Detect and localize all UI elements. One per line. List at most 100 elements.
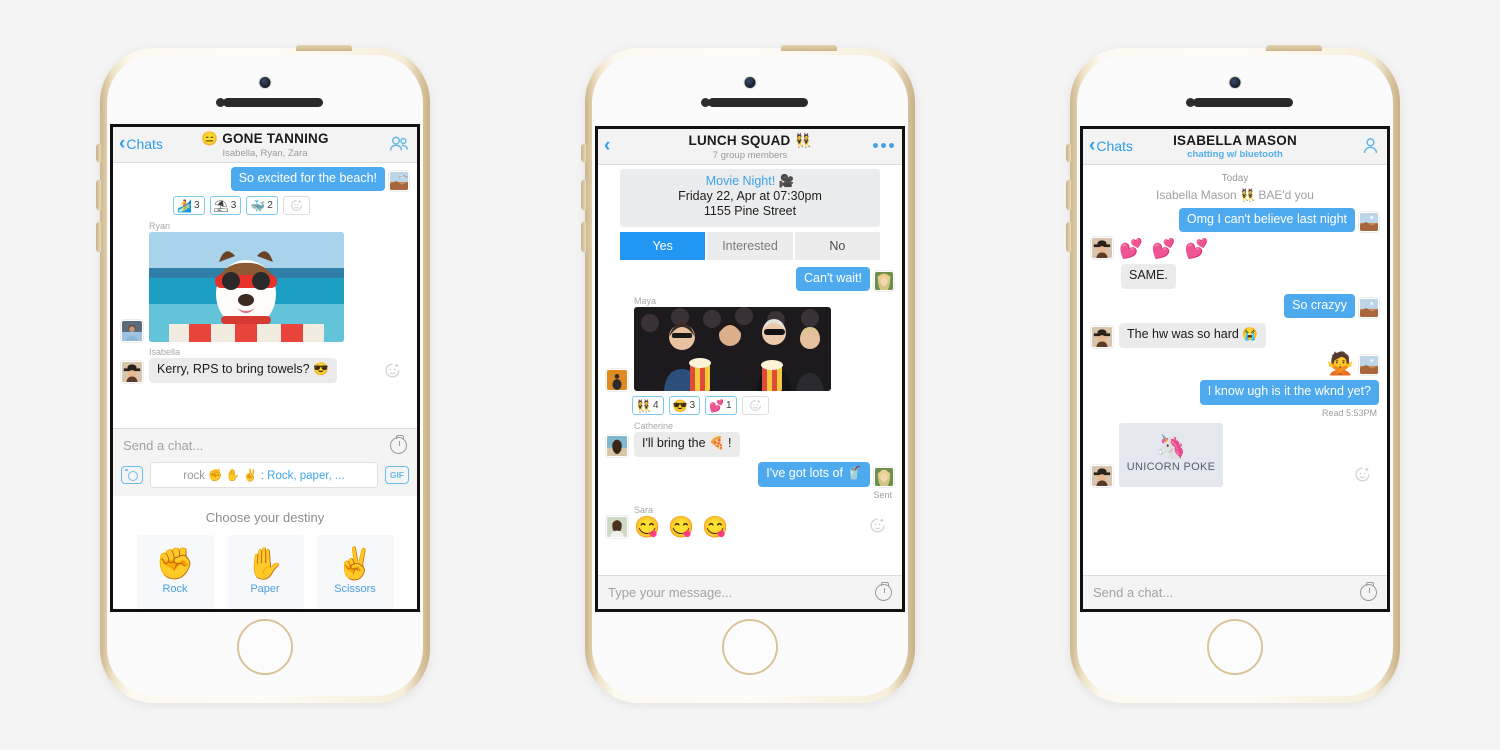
volume-down-button[interactable] xyxy=(581,221,586,252)
power-button[interactable] xyxy=(1266,44,1322,51)
reaction-bar: 🏄 3 ⛱ 3 🐳 2 xyxy=(113,196,417,216)
ring-switch[interactable] xyxy=(96,143,101,162)
avatar[interactable] xyxy=(874,466,894,487)
screen-left: ‹ Chats 😑 GONE TANNING Isabella, Ryan, Z… xyxy=(110,123,420,612)
rock-tile[interactable]: ✊ Rock xyxy=(136,534,214,609)
volume-down-button[interactable] xyxy=(1066,221,1071,252)
event-card[interactable]: Movie Night! 🎥 Friday 22, Apr at 07:30pm… xyxy=(620,168,880,227)
chat-input-row[interactable]: Send a chat... xyxy=(113,428,417,462)
navigation-bar: ‹ Chats 😑 GONE TANNING Isabella, Ryan, Z… xyxy=(113,126,417,163)
navigation-bar: ‹ LUNCH SQUAD 👯 7 group members xyxy=(598,128,902,165)
home-button[interactable] xyxy=(722,618,778,675)
add-reaction-button[interactable] xyxy=(1354,466,1379,487)
avatar[interactable] xyxy=(121,360,143,383)
power-button[interactable] xyxy=(781,44,837,51)
avatar[interactable] xyxy=(874,271,894,292)
avatar[interactable] xyxy=(1091,326,1113,348)
home-button[interactable] xyxy=(237,618,293,675)
emoji-message[interactable]: 💕 💕 💕 xyxy=(1119,240,1211,259)
group-people-icon[interactable] xyxy=(389,136,409,152)
message-bubble-outgoing[interactable]: Can't wait! xyxy=(796,266,870,292)
unicorn-poke-sticker[interactable]: 🦄 UNICORN POKE xyxy=(1119,422,1223,487)
phone-left: ‹ Chats 😑 GONE TANNING Isabella, Ryan, Z… xyxy=(96,44,430,703)
rsvp-interested-button[interactable]: Interested xyxy=(707,231,793,260)
surfer-reaction[interactable]: 🏄 3 xyxy=(173,196,205,216)
back-button[interactable]: ‹ xyxy=(604,136,611,155)
message-bubble-incoming[interactable]: Kerry, RPS to bring towels? 😎 xyxy=(149,358,337,383)
add-reaction-button[interactable] xyxy=(869,517,894,538)
add-reaction-button[interactable] xyxy=(741,396,769,416)
message-bubble-outgoing[interactable]: Omg I can't believe last night xyxy=(1178,207,1355,233)
volume-up-button[interactable] xyxy=(581,179,586,210)
ring-switch[interactable] xyxy=(581,143,586,162)
avatar[interactable] xyxy=(1091,464,1113,487)
person-icon[interactable] xyxy=(1362,137,1379,154)
reaction-count: 3 xyxy=(193,200,200,212)
message-bubble-incoming[interactable]: I'll bring the 🍕 ! xyxy=(634,432,740,457)
message-thread: Today Isabella Mason 👯 BAE'd you Omg I c… xyxy=(1083,164,1387,575)
avatar[interactable] xyxy=(606,515,628,538)
dancers-reaction[interactable]: 👯 4 xyxy=(632,396,664,416)
home-button[interactable] xyxy=(1207,618,1263,675)
beach-umbrella-reaction[interactable]: ⛱ 3 xyxy=(209,196,242,216)
camera-icon[interactable] xyxy=(121,465,143,484)
message-bubble-outgoing[interactable]: I know ugh is it the wknd yet? xyxy=(1199,380,1379,405)
movie-camera-icon: 🎥 xyxy=(778,173,795,188)
volume-down-button[interactable] xyxy=(96,221,101,252)
volume-up-button[interactable] xyxy=(96,179,101,210)
gif-button[interactable]: GIF xyxy=(384,465,409,484)
timer-icon[interactable] xyxy=(875,581,892,601)
emoji-message[interactable]: 😋 😋 😋 xyxy=(634,517,729,538)
back-to-chats-button[interactable]: ‹ Chats xyxy=(119,134,163,153)
avatar[interactable] xyxy=(1359,355,1379,375)
add-reaction-button[interactable] xyxy=(282,196,310,216)
two-hearts-reaction[interactable]: 💕 1 xyxy=(705,396,737,416)
sunglasses-face-reaction[interactable]: 😎 3 xyxy=(668,396,701,416)
avatar[interactable] xyxy=(1091,237,1113,260)
chat-input-placeholder[interactable]: Send a chat... xyxy=(1093,585,1360,600)
volume-up-button[interactable] xyxy=(1066,179,1071,210)
message-bubble-incoming[interactable]: The hw was so hard 😭 xyxy=(1119,323,1266,348)
power-button[interactable] xyxy=(296,44,352,51)
sunglasses-face-icon: 😎 xyxy=(672,398,688,413)
avatar[interactable] xyxy=(606,435,628,457)
ring-switch[interactable] xyxy=(1066,143,1071,162)
message-row: Can't wait! xyxy=(598,266,902,292)
conversation-subtitle: 7 group members xyxy=(712,149,788,161)
avatar[interactable] xyxy=(1359,212,1379,233)
command-suggestion[interactable]: rock ✊ ✋ ✌ : Rock, paper, ... xyxy=(150,461,378,488)
rsvp-no-button[interactable]: No xyxy=(794,231,880,260)
dog-in-sunglasses-photo[interactable] xyxy=(149,232,344,343)
suggestion-description: Rock, paper, ... xyxy=(267,469,345,482)
destiny-title: Choose your destiny xyxy=(205,509,325,525)
message-bubble-incoming[interactable]: SAME. xyxy=(1121,264,1176,289)
front-camera-icon xyxy=(259,76,271,88)
message-row: 💕 💕 💕 xyxy=(1083,237,1387,260)
overflow-dots-icon[interactable] xyxy=(873,143,894,148)
avatar[interactable] xyxy=(606,369,628,392)
sender-name: Catherine xyxy=(634,421,674,432)
back-to-chats-button[interactable]: ‹ Chats xyxy=(1089,136,1133,155)
popcorn-audience-photo[interactable] xyxy=(634,307,831,392)
add-reaction-button[interactable] xyxy=(384,362,409,383)
emoji-message[interactable]: 🙅 xyxy=(1327,353,1355,375)
timer-icon[interactable] xyxy=(390,434,407,454)
whale-reaction[interactable]: 🐳 2 xyxy=(246,196,278,216)
scissors-tile[interactable]: ✌ Scissors xyxy=(316,534,394,609)
avatar[interactable] xyxy=(121,320,143,343)
event-datetime: Friday 22, Apr at 07:30pm xyxy=(678,188,822,203)
message-row xyxy=(598,307,902,392)
rsvp-yes-button[interactable]: Yes xyxy=(620,231,706,260)
message-bubble-outgoing[interactable]: I've got lots of 🥤 xyxy=(758,462,870,487)
avatar[interactable] xyxy=(1359,298,1379,319)
chat-input-placeholder[interactable]: Type your message... xyxy=(608,585,875,600)
timer-icon[interactable] xyxy=(1360,581,1377,601)
chat-input-row[interactable]: Type your message... xyxy=(598,575,902,609)
chat-input-placeholder[interactable]: Send a chat... xyxy=(123,438,390,453)
paper-tile[interactable]: ✋ Paper xyxy=(226,534,304,609)
chat-input-row[interactable]: Send a chat... xyxy=(1083,575,1387,609)
message-bubble-outgoing[interactable]: So excited for the beach! xyxy=(230,166,385,192)
avatar[interactable] xyxy=(389,171,409,192)
message-bubble-outgoing[interactable]: So crazyy xyxy=(1284,293,1355,319)
message-row: SAME. xyxy=(1083,264,1387,289)
